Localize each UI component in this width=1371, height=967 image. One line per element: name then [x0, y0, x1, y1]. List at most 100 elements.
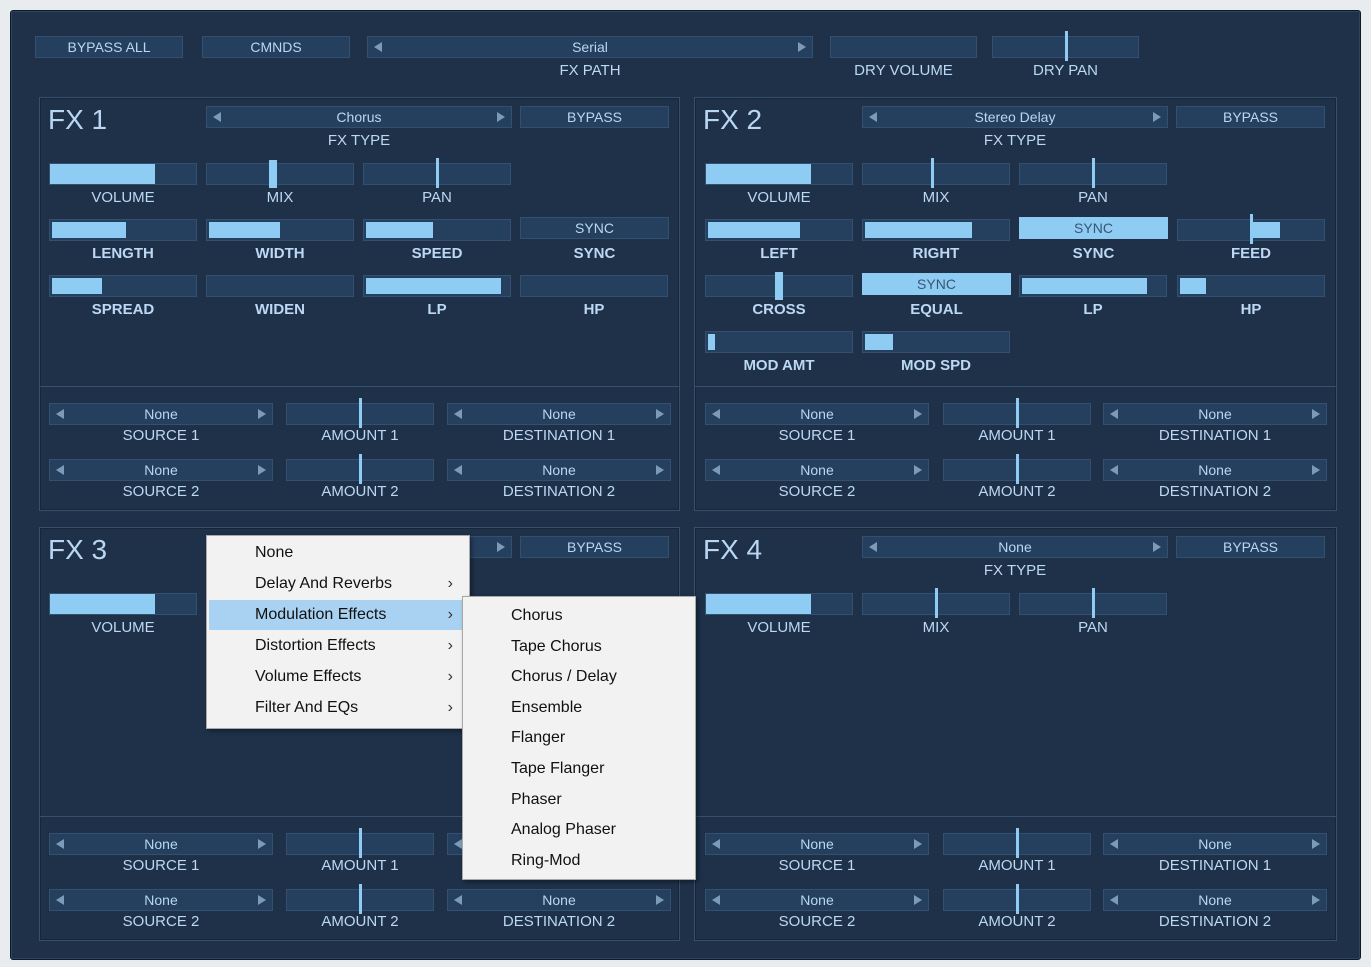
fx4-destination1-selector[interactable]: None — [1103, 833, 1327, 855]
prev-arrow-icon[interactable] — [454, 409, 462, 419]
fx4-volume-slider[interactable] — [705, 593, 853, 615]
next-arrow-icon[interactable] — [914, 465, 922, 475]
prev-arrow-icon[interactable] — [56, 839, 64, 849]
cmnds-button[interactable]: CMNDS — [202, 36, 350, 58]
fx2-source1-selector[interactable]: None — [705, 403, 929, 425]
fx4-source1-selector[interactable]: None — [705, 833, 929, 855]
fx2-destination2-selector[interactable]: None — [1103, 459, 1327, 481]
submenu-item-tape-chorus[interactable]: Tape Chorus — [465, 632, 693, 662]
next-arrow-icon[interactable] — [258, 895, 266, 905]
fx3-destination2-selector[interactable]: None — [447, 889, 671, 911]
fx1-lp-slider[interactable] — [363, 275, 511, 297]
next-arrow-icon[interactable] — [1312, 895, 1320, 905]
submenu-item-flanger[interactable]: Flanger — [465, 723, 693, 753]
fx3-bypass-button[interactable]: BYPASS — [520, 536, 669, 558]
submenu-item-ensemble[interactable]: Ensemble — [465, 693, 693, 723]
next-arrow-icon[interactable] — [258, 409, 266, 419]
fx2-sync-button[interactable]: SYNC — [1019, 217, 1168, 239]
fx1-amount2-slider[interactable] — [286, 454, 434, 484]
next-arrow-icon[interactable] — [798, 42, 806, 52]
next-arrow-icon[interactable] — [1153, 112, 1161, 122]
next-arrow-icon[interactable] — [914, 409, 922, 419]
prev-arrow-icon[interactable] — [712, 895, 720, 905]
prev-arrow-icon[interactable] — [374, 42, 382, 52]
fx4-type-selector[interactable]: None — [862, 536, 1168, 558]
prev-arrow-icon[interactable] — [1110, 465, 1118, 475]
menu-item-filter-and-eqs[interactable]: Filter And EQs › — [209, 693, 467, 723]
fx1-width-slider[interactable] — [206, 219, 354, 241]
fx2-right-slider[interactable] — [862, 219, 1010, 241]
fx1-type-selector[interactable]: Chorus — [206, 106, 512, 128]
next-arrow-icon[interactable] — [497, 112, 505, 122]
fx2-lp-slider[interactable] — [1019, 275, 1167, 297]
fx2-left-slider[interactable] — [705, 219, 853, 241]
fx3-volume-slider[interactable] — [49, 593, 197, 615]
fx4-bypass-button[interactable]: BYPASS — [1176, 536, 1325, 558]
submenu-item-ring-mod[interactable]: Ring-Mod — [465, 846, 693, 876]
fx4-mix-slider[interactable] — [862, 588, 1010, 618]
fx4-amount2-slider[interactable] — [943, 884, 1091, 914]
next-arrow-icon[interactable] — [1312, 409, 1320, 419]
fx2-pan-slider[interactable] — [1019, 158, 1167, 188]
next-arrow-icon[interactable] — [914, 895, 922, 905]
submenu-item-analog-phaser[interactable]: Analog Phaser — [465, 815, 693, 845]
menu-item-modulation-effects[interactable]: Modulation Effects › — [209, 600, 467, 630]
prev-arrow-icon[interactable] — [454, 895, 462, 905]
fx2-hp-slider[interactable] — [1177, 275, 1325, 297]
prev-arrow-icon[interactable] — [869, 542, 877, 552]
submenu-item-phaser[interactable]: Phaser — [465, 785, 693, 815]
next-arrow-icon[interactable] — [258, 465, 266, 475]
fx2-mod-spd-slider[interactable] — [862, 331, 1010, 353]
fx1-destination2-selector[interactable]: None — [447, 459, 671, 481]
submenu-item-tape-flanger[interactable]: Tape Flanger — [465, 754, 693, 784]
dry-pan-slider[interactable] — [992, 31, 1139, 61]
prev-arrow-icon[interactable] — [1110, 409, 1118, 419]
fx3-source2-selector[interactable]: None — [49, 889, 273, 911]
fx2-equal-button[interactable]: SYNC — [862, 273, 1011, 295]
next-arrow-icon[interactable] — [1312, 839, 1320, 849]
prev-arrow-icon[interactable] — [56, 465, 64, 475]
fx1-widen-slider[interactable] — [206, 275, 354, 297]
fx2-destination1-selector[interactable]: None — [1103, 403, 1327, 425]
fx1-destination1-selector[interactable]: None — [447, 403, 671, 425]
submenu-item-chorus[interactable]: Chorus — [465, 601, 693, 631]
prev-arrow-icon[interactable] — [454, 839, 462, 849]
next-arrow-icon[interactable] — [914, 839, 922, 849]
fx4-source2-selector[interactable]: None — [705, 889, 929, 911]
fx3-amount1-slider[interactable] — [286, 828, 434, 858]
fx1-mix-slider[interactable] — [206, 160, 354, 188]
fx1-sync-button[interactable]: SYNC — [520, 217, 669, 239]
fx1-speed-slider[interactable] — [363, 219, 511, 241]
next-arrow-icon[interactable] — [656, 465, 664, 475]
fx2-bypass-button[interactable]: BYPASS — [1176, 106, 1325, 128]
fx1-hp-slider[interactable] — [520, 275, 668, 297]
fx3-amount2-slider[interactable] — [286, 884, 434, 914]
fx2-volume-slider[interactable] — [705, 163, 853, 185]
prev-arrow-icon[interactable] — [1110, 895, 1118, 905]
next-arrow-icon[interactable] — [656, 409, 664, 419]
prev-arrow-icon[interactable] — [869, 112, 877, 122]
fx1-bypass-button[interactable]: BYPASS — [520, 106, 669, 128]
fx2-mod-amt-slider[interactable] — [705, 331, 853, 353]
fx2-amount1-slider[interactable] — [943, 398, 1091, 428]
dry-volume-slider[interactable] — [830, 36, 977, 58]
fx1-volume-slider[interactable] — [49, 163, 197, 185]
fx1-source2-selector[interactable]: None — [49, 459, 273, 481]
menu-item-volume-effects[interactable]: Volume Effects › — [209, 662, 467, 692]
menu-item-distortion-effects[interactable]: Distortion Effects › — [209, 631, 467, 661]
fx1-amount1-slider[interactable] — [286, 398, 434, 428]
fx3-source1-selector[interactable]: None — [49, 833, 273, 855]
fx1-pan-slider[interactable] — [363, 158, 511, 188]
next-arrow-icon[interactable] — [258, 839, 266, 849]
fx2-mix-slider[interactable] — [862, 158, 1010, 188]
fx2-type-selector[interactable]: Stereo Delay — [862, 106, 1168, 128]
menu-item-none[interactable]: None — [209, 538, 467, 568]
prev-arrow-icon[interactable] — [1110, 839, 1118, 849]
menu-item-delay-and-reverbs[interactable]: Delay And Reverbs › — [209, 569, 467, 599]
next-arrow-icon[interactable] — [1312, 465, 1320, 475]
fx2-feed-slider[interactable] — [1177, 214, 1325, 244]
fx4-amount1-slider[interactable] — [943, 828, 1091, 858]
prev-arrow-icon[interactable] — [213, 112, 221, 122]
fx2-cross-slider[interactable] — [705, 272, 853, 300]
prev-arrow-icon[interactable] — [56, 409, 64, 419]
